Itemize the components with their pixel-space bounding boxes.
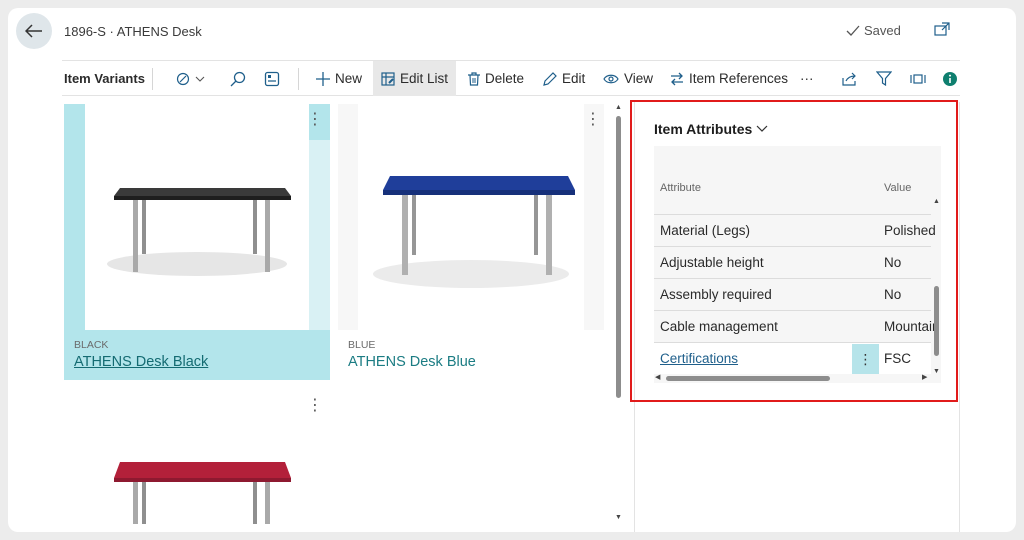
swap-arrows-icon	[671, 72, 683, 85]
variant-card[interactable]: ⋮ BLACK ATHENS Desk Black	[64, 104, 330, 380]
attributes-horizontal-scrollbar[interactable]: ◀ ▶	[654, 372, 932, 383]
chevron-down-icon	[756, 125, 768, 132]
product-image	[85, 390, 309, 524]
desk-red-image	[114, 462, 291, 524]
attribute-name: Material (Legs)	[660, 223, 751, 238]
layers-icon	[176, 72, 205, 85]
item-attributes-table: Attribute Value Material (Legs) Polished…	[654, 146, 941, 383]
edit-list-label: Edit List	[400, 71, 449, 86]
view-button[interactable]: View	[603, 61, 653, 96]
edit-list-button[interactable]: Edit List	[373, 61, 457, 96]
delete-label: Delete	[485, 71, 525, 86]
attribute-name: Assembly required	[660, 287, 772, 302]
check-icon	[846, 25, 860, 36]
attribute-value: No	[884, 287, 902, 302]
variant-name-link[interactable]: ATHENS Desk Blue	[348, 354, 476, 370]
attribute-value: FSC	[884, 351, 911, 366]
desk-black-image	[107, 188, 291, 276]
edit-button[interactable]: Edit	[543, 61, 585, 96]
card-scroll-area	[309, 140, 330, 330]
eye-icon	[603, 74, 619, 83]
action-bar: Item Variants New Edit List Delete Edit …	[62, 60, 960, 96]
table-row[interactable]: Adjustable height No	[654, 246, 931, 278]
scrollbar-thumb[interactable]	[934, 286, 939, 356]
table-row[interactable]: Material (Legs) Polished	[654, 214, 936, 246]
cards-vertical-scrollbar[interactable]: ▲ ▼	[614, 104, 624, 524]
attribute-value: No	[884, 255, 902, 270]
row-more-button[interactable]: ⋮	[852, 344, 879, 374]
new-label: New	[335, 71, 363, 86]
scroll-left-arrow[interactable]: ◀	[655, 374, 660, 381]
factbox-right-border	[959, 102, 960, 532]
page-title: 1896-S · ATHENS Desk	[64, 24, 202, 39]
attributes-vertical-scrollbar[interactable]: ▲ ▼	[932, 198, 941, 376]
card-more-button[interactable]: ⋮	[307, 398, 323, 414]
desk-blue-image	[358, 104, 584, 330]
attribute-value: Polished	[884, 223, 936, 238]
filter-pane-button[interactable]	[174, 61, 208, 96]
variant-card[interactable]: ⋮	[64, 390, 330, 524]
edit-label: Edit	[562, 71, 586, 86]
focus-icon	[910, 73, 926, 84]
app-window: 1896-S · ATHENS Desk Saved Item Variants	[8, 8, 1016, 532]
section-title: Item Variants	[64, 71, 145, 86]
trash-icon	[468, 71, 480, 86]
scroll-up-arrow[interactable]: ▲	[615, 104, 622, 111]
search-icon	[230, 71, 246, 86]
layout-button[interactable]	[262, 61, 282, 96]
column-header-value[interactable]: Value	[884, 182, 911, 194]
back-button[interactable]	[16, 13, 52, 49]
open-new-window-button[interactable]	[934, 22, 950, 41]
scroll-right-arrow[interactable]: ▶	[922, 374, 927, 381]
product-image	[338, 104, 604, 330]
layout-icon	[264, 71, 280, 86]
saved-status: Saved	[846, 23, 901, 38]
scroll-down-arrow[interactable]: ▼	[615, 514, 622, 521]
edit-list-icon	[381, 71, 395, 86]
item-attributes-header[interactable]: Item Attributes	[654, 121, 768, 137]
delete-button[interactable]: Delete	[468, 61, 524, 96]
toolbar-separator	[298, 68, 299, 90]
variant-name-link[interactable]: ATHENS Desk Black	[74, 354, 208, 370]
more-options-button[interactable]: ···	[800, 61, 814, 96]
arrow-left-icon	[25, 24, 42, 38]
item-attributes-title: Item Attributes	[654, 121, 753, 137]
variant-code: BLUE	[348, 339, 376, 351]
column-header-attribute[interactable]: Attribute	[660, 182, 701, 194]
variant-code: BLACK	[74, 339, 109, 351]
table-row[interactable]: Cable management Mountain	[654, 310, 940, 342]
share-button[interactable]	[840, 61, 860, 96]
plus-icon	[316, 71, 330, 86]
info-icon	[943, 71, 957, 86]
scroll-down-arrow[interactable]: ▼	[933, 368, 940, 375]
item-references-label: Item References	[689, 71, 789, 86]
variant-card[interactable]: ⋮ BLUE ATHENS Desk Blue	[338, 104, 604, 380]
info-button[interactable]	[940, 61, 960, 96]
card-more-button[interactable]: ⋮	[307, 112, 323, 128]
focus-mode-button[interactable]	[908, 61, 928, 96]
table-row[interactable]: Assembly required No	[654, 278, 931, 310]
filter-button[interactable]	[874, 61, 894, 96]
card-more-button[interactable]: ⋮	[585, 112, 601, 128]
new-button[interactable]: New	[316, 61, 362, 96]
scroll-up-arrow[interactable]: ▲	[933, 198, 940, 205]
attribute-name: Adjustable height	[660, 255, 764, 270]
attribute-name: Cable management	[660, 319, 778, 334]
popout-icon	[934, 22, 950, 36]
saved-label: Saved	[864, 23, 901, 38]
search-button[interactable]	[228, 61, 248, 96]
view-label: View	[624, 71, 654, 86]
scrollbar-thumb[interactable]	[666, 376, 830, 381]
share-icon	[842, 72, 856, 86]
funnel-icon	[876, 71, 892, 86]
pencil-icon	[543, 71, 557, 86]
attribute-name-link[interactable]: Certifications	[660, 351, 738, 366]
toolbar-separator	[152, 68, 153, 90]
item-references-button[interactable]: Item References	[670, 61, 788, 96]
product-image	[85, 104, 309, 330]
scrollbar-thumb[interactable]	[616, 116, 621, 398]
table-row-selected[interactable]: Certifications ⋮ FSC	[654, 342, 931, 374]
